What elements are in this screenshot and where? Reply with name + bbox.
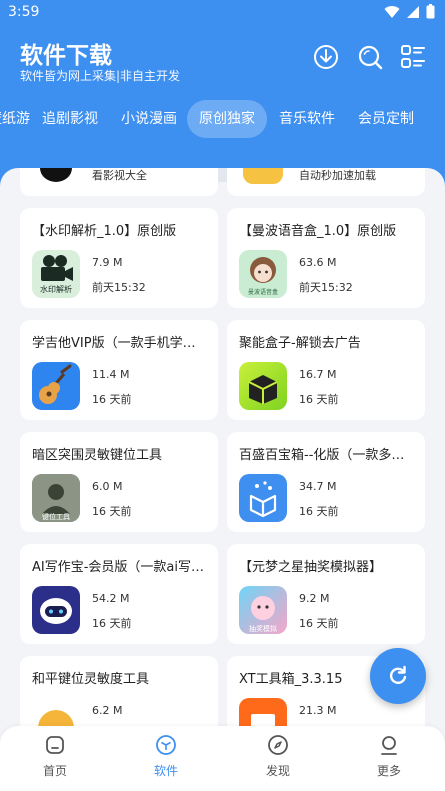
app-name: 百盛百宝箱--化版（一款多功能工具） [239,448,415,463]
app-name: 和平键位灵敏度工具 [32,672,150,687]
compass-icon [268,735,288,755]
icon-caption: 曼波语音盒 [247,289,278,296]
film-camera-icon: 水印解析 [32,250,80,298]
app-card[interactable]: 暗区突围灵敏键位工具 键位工具 6.0 M 16 天前 [20,432,218,532]
icon-caption: 抽奖模拟 [249,625,277,633]
nav-item-home[interactable]: 首页 [20,734,90,779]
app-size: 7.9 M [92,256,123,269]
icon-caption: 水印解析 [40,285,72,294]
orange-toolbox-icon [239,698,287,728]
app-date: 自动秒加速加载 [299,169,376,182]
soldier-icon: 键位工具 [32,474,80,522]
speed-icon [239,168,287,186]
app-name: 【曼波语音盒_1.0】原创版 [239,224,397,239]
app-card[interactable]: 和平键位灵敏度工具 6.2 M [20,656,218,728]
wifi-icon [384,5,400,18]
nav-label: 首页 [42,764,67,778]
nav-label: 发现 [265,764,290,778]
nav-item-more[interactable]: 更多 [354,734,424,779]
page-title: 软件下载 [20,43,112,69]
tab-original-exclusive[interactable]: 原创独家 [187,100,267,138]
app-date: 16 天前 [299,617,339,630]
app-size: 34.7 M [299,480,337,493]
app-name: 聚能盒子-解锁去广告 [239,336,361,351]
app-size: 6.2 M [92,704,123,717]
app-card[interactable]: 【水印解析_1.0】原创版 水印解析 7.9 M 前天15:32 [20,208,218,308]
app-date: 前天15:32 [92,281,146,294]
page-subtitle: 软件皆为网上采集|非自主开发 [20,69,181,83]
toolbox-icon [239,474,287,522]
app-name: 暗区突围灵敏键位工具 [32,448,163,463]
app-name: AI写作宝-会员版（一款ai写作） [32,560,208,575]
app-header: 3:59 软件下载 软件皆为网上采集|非自主开发 壁纸游 追剧影视 小说漫画 原… [0,0,445,190]
tab-music-software[interactable]: 音乐软件 [267,100,347,138]
cube-icon [156,735,176,755]
refresh-button[interactable] [370,648,426,704]
app-date: 16 天前 [92,617,132,630]
robot-icon [32,586,80,634]
icon-caption: 键位工具 [42,513,70,521]
app-name: 【元梦之星抽奖模拟器】 [239,560,383,575]
menu-grid-icon[interactable] [400,44,426,70]
app-card[interactable]: 百盛百宝箱--化版（一款多功能工具） 34.7 M 16 天前 [227,432,425,532]
app-card[interactable]: 看影视大全 [20,168,218,196]
app-card[interactable]: 聚能盒子-解锁去广告 16.7 M 16 天前 [227,320,425,420]
tab-vip-custom[interactable]: 会员定制 [346,100,426,138]
guitar-icon [32,362,80,410]
app-size: 11.4 M [92,368,130,381]
category-tabs: 壁纸游 追剧影视 小说漫画 原创独家 音乐软件 会员定制 [0,100,445,138]
person-icon [381,736,397,755]
app-date: 前天15:32 [299,281,353,294]
app-date: 16 天前 [92,505,132,518]
app-list: 看影视大全 自动秒加速加载 【水印解析_1.0】原创版 水印解析 7.9 M 前… [0,168,445,728]
app-date: 16 天前 [92,393,132,406]
bottom-nav: 首页 软件 发现 更多 [0,726,445,791]
app-size: 6.0 M [92,480,123,493]
home-icon [46,736,64,754]
battery-icon [426,4,435,19]
app-card[interactable]: 学吉他VIP版（一款手机学吉他） 11.4 M 16 天前 [20,320,218,420]
app-card[interactable]: 【曼波语音盒_1.0】原创版 曼波语音盒 63.6 M 前天15:32 [227,208,425,308]
angry-face-icon [32,698,80,728]
app-date: 16 天前 [299,393,339,406]
app-size: 9.2 M [299,592,330,605]
signal-icon [407,5,419,18]
nav-item-software[interactable]: 软件 [131,734,201,779]
search-icon[interactable] [357,44,383,70]
tab-novels-comics[interactable]: 小说漫画 [109,100,189,138]
app-card[interactable]: AI写作宝-会员版（一款ai写作） 54.2 M 16 天前 [20,544,218,644]
app-size: 21.3 M [299,704,337,717]
refresh-icon [389,665,407,684]
status-bar: 3:59 [0,0,445,26]
app-card[interactable]: 【元梦之星抽奖模拟器】 抽奖模拟 9.2 M 16 天前 [227,544,425,644]
app-size: 16.7 M [299,368,337,381]
nav-label: 更多 [376,764,401,778]
app-card[interactable]: 自动秒加速加载 [227,168,425,196]
nav-item-discover[interactable]: 发现 [243,734,313,779]
app-size: 54.2 M [92,592,130,605]
nav-label: 软件 [153,764,178,778]
app-name: 学吉他VIP版（一款手机学吉他） [32,336,208,351]
tab-tv-series[interactable]: 追剧影视 [30,100,110,138]
app-name: 【水印解析_1.0】原创版 [32,224,177,239]
app-date: 看影视大全 [92,169,147,182]
download-icon[interactable] [313,44,339,70]
game-character-icon: 抽奖模拟 [239,586,287,634]
status-icons [384,4,435,19]
app-size: 63.6 M [299,256,337,269]
app-date: 16 天前 [299,505,339,518]
anime-girl-icon: 曼波语音盒 [239,250,287,298]
status-time: 3:59 [8,4,40,20]
apple-icon [32,168,80,186]
box-icon [239,362,287,410]
